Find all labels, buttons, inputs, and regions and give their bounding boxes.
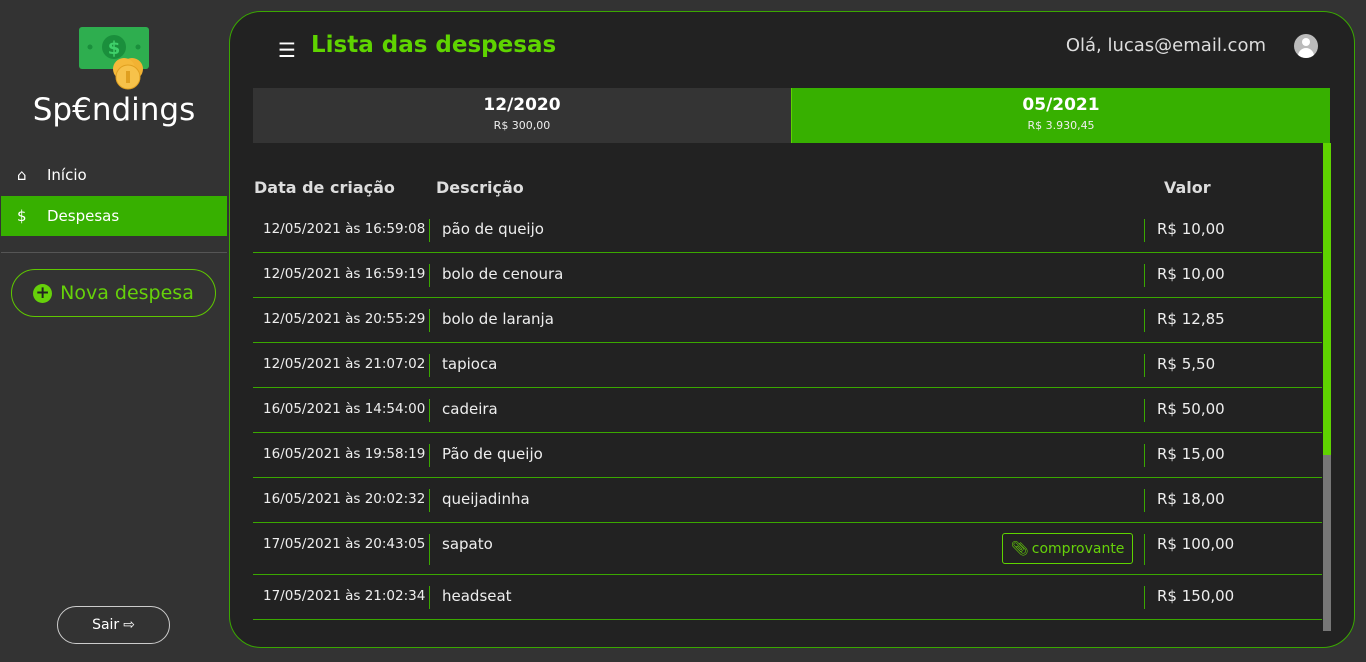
- row-description: cadeira: [442, 400, 498, 418]
- tab-month: 05/2021: [1022, 95, 1100, 115]
- divider: [1144, 399, 1145, 422]
- row-value: R$ 10,00: [1157, 220, 1225, 238]
- row-date: 12/05/2021 às 21:07:02: [263, 356, 426, 372]
- row-description: Pão de queijo: [442, 445, 543, 463]
- scrollbar[interactable]: [1323, 143, 1331, 631]
- divider: [1144, 444, 1145, 467]
- home-icon: ⌂: [17, 166, 27, 184]
- row-value: R$ 5,50: [1157, 355, 1216, 373]
- divider: [429, 534, 430, 565]
- paperclip-icon: 📎︎: [1011, 540, 1029, 557]
- sidebar-item-label: Despesas: [47, 207, 120, 225]
- receipt-label: comprovante: [1031, 540, 1125, 557]
- svg-text:$: $: [108, 38, 121, 59]
- row-date: 12/05/2021 às 16:59:19: [263, 266, 426, 282]
- hand-dollar-icon: $: [17, 207, 27, 225]
- divider: [1144, 219, 1145, 242]
- divider: [1144, 534, 1145, 565]
- header-description: Descrição: [436, 178, 524, 197]
- divider: [1144, 264, 1145, 287]
- tab-total: R$ 300,00: [493, 119, 551, 132]
- divider: [1144, 489, 1145, 512]
- header-value: Valor: [1164, 178, 1211, 197]
- row-value: R$ 50,00: [1157, 400, 1225, 418]
- table-row[interactable]: 16/05/2021 às 20:02:32 queijadinha R$ 18,0…: [253, 478, 1322, 523]
- sign-out-icon: ⇨: [123, 617, 135, 633]
- row-date: 12/05/2021 às 20:55:29: [263, 311, 426, 327]
- tab-month-05-2021[interactable]: 05/2021 R$ 3.930,45: [791, 88, 1330, 143]
- divider: [429, 354, 430, 377]
- scrollbar-thumb[interactable]: [1323, 143, 1331, 455]
- main-card: ☰ Lista das despesas Olá, lucas@email.co…: [229, 11, 1355, 648]
- row-value: R$ 18,00: [1157, 490, 1225, 508]
- row-value: R$ 15,00: [1157, 445, 1225, 463]
- new-expense-button[interactable]: + Nova despesa: [11, 269, 216, 317]
- tab-total: R$ 3.930,45: [1027, 119, 1095, 132]
- row-description: bolo de laranja: [442, 310, 554, 328]
- sidebar-item-label: Início: [47, 166, 87, 184]
- row-description: bolo de cenoura: [442, 265, 564, 283]
- sidebar-item-inicio[interactable]: ⌂ Início: [1, 155, 227, 195]
- row-description: pão de queijo: [442, 220, 544, 238]
- divider: [429, 399, 430, 422]
- row-date: 16/05/2021 às 20:02:32: [263, 491, 426, 507]
- row-description: queijadinha: [442, 490, 530, 508]
- month-tabs: 12/2020 R$ 300,00 05/2021 R$ 3.930,45: [253, 88, 1330, 143]
- row-date: 12/05/2021 às 16:59:08: [263, 221, 426, 237]
- user-avatar-icon[interactable]: [1294, 34, 1318, 58]
- row-value: R$ 150,00: [1157, 587, 1235, 605]
- row-description: sapato: [442, 535, 493, 553]
- table-row[interactable]: 17/05/2021 às 21:02:34 headseat R$ 150,00: [253, 575, 1322, 620]
- divider: [429, 586, 430, 609]
- divider: [1144, 586, 1145, 609]
- page-title: Lista das despesas: [311, 32, 557, 58]
- sidebar: $ Sp€ndings ⌂ Início $ Despesas + Nova desp…: [0, 0, 228, 662]
- receipt-button[interactable]: 📎︎ comprovante: [1002, 533, 1134, 564]
- table-row[interactable]: 12/05/2021 às 16:59:08 pão de queijo R$ 10…: [253, 208, 1322, 253]
- divider: [429, 489, 430, 512]
- table-row[interactable]: 17/05/2021 às 20:43:05 sapato 📎︎ comprovant…: [253, 523, 1322, 575]
- divider: [429, 219, 430, 242]
- divider: [1144, 354, 1145, 377]
- sidebar-item-despesas[interactable]: $ Despesas: [1, 196, 227, 236]
- money-logo-icon: $: [79, 27, 149, 90]
- divider: [1, 252, 227, 253]
- row-value: R$ 12,85: [1157, 310, 1225, 328]
- row-date: 16/05/2021 às 19:58:19: [263, 446, 426, 462]
- table-row[interactable]: 16/05/2021 às 14:54:00 cadeira R$ 50,00: [253, 388, 1322, 433]
- table-row[interactable]: 16/05/2021 às 19:58:19 Pão de queijo R$ 15…: [253, 433, 1322, 478]
- plus-circle-icon: +: [33, 283, 53, 303]
- divider: [429, 309, 430, 332]
- row-description: headseat: [442, 587, 512, 605]
- table-row[interactable]: 12/05/2021 às 20:55:29 bolo de laranja R$ …: [253, 298, 1322, 343]
- logout-button[interactable]: Sair ⇨: [57, 606, 170, 644]
- brand-name: Sp€ndings: [32, 92, 196, 128]
- row-date: 16/05/2021 às 14:54:00: [263, 401, 426, 417]
- tab-month: 12/2020: [483, 95, 561, 115]
- expense-table: 12/05/2021 às 16:59:08 pão de queijo R$ 10…: [253, 208, 1322, 620]
- tab-month-12-2020[interactable]: 12/2020 R$ 300,00: [253, 88, 791, 143]
- row-description: tapioca: [442, 355, 498, 373]
- row-date: 17/05/2021 às 20:43:05: [263, 536, 426, 552]
- divider: [1144, 309, 1145, 332]
- row-value: R$ 100,00: [1157, 535, 1235, 553]
- divider: [429, 264, 430, 287]
- divider: [429, 444, 430, 467]
- header-date: Data de criação: [254, 178, 395, 197]
- logout-label: Sair: [92, 617, 120, 633]
- table-row[interactable]: 12/05/2021 às 21:07:02 tapioca R$ 5,50: [253, 343, 1322, 388]
- user-greeting: Olá, lucas@email.com: [1065, 35, 1266, 56]
- row-value: R$ 10,00: [1157, 265, 1225, 283]
- new-expense-label: Nova despesa: [60, 282, 194, 304]
- menu-icon[interactable]: ☰: [278, 38, 296, 62]
- table-row[interactable]: 12/05/2021 às 16:59:19 bolo de cenoura R$ …: [253, 253, 1322, 298]
- row-date: 17/05/2021 às 21:02:34: [263, 588, 426, 604]
